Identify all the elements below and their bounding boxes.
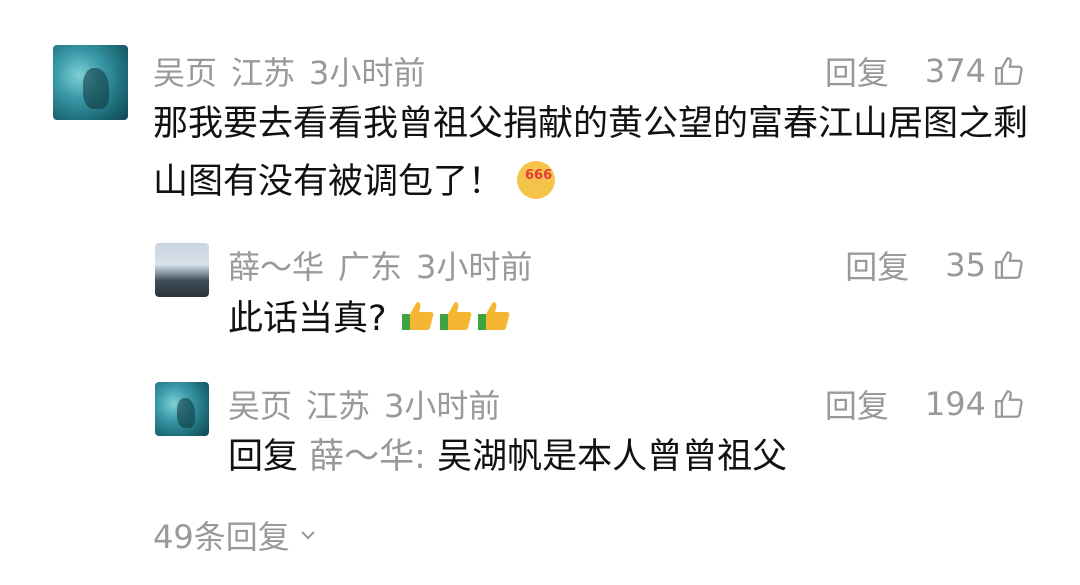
comment-actions: 回复 374 (825, 48, 1026, 94)
reply-button[interactable]: 回复 (825, 381, 889, 427)
comment-text: 回复 薛～华: 吴湖帆是本人曾曾祖父 (228, 428, 1028, 486)
author-location: 广东 (338, 248, 403, 286)
avatar[interactable] (53, 45, 128, 120)
comment-meta: 薛～华 广东 3小时前 (228, 242, 532, 288)
comment-actions: 回复 35 (845, 242, 1026, 288)
comment-body: 那我要去看看我曾祖父捐献的黄公望的富春江山居图之剩山图有没有被调包了！ (153, 104, 1029, 202)
thumbs-up-emoji-icon (401, 302, 434, 330)
comment-time: 3小时前 (309, 54, 426, 92)
comment-time: 3小时前 (384, 387, 501, 425)
reply-to-user[interactable]: 薛～华: (309, 437, 426, 477)
reply-button[interactable]: 回复 (845, 242, 909, 288)
comment-body: 此话当真? (228, 299, 387, 339)
avatar[interactable] (155, 243, 209, 297)
author-name[interactable]: 薛～华 (228, 242, 324, 288)
smirk-666-emoji-icon (517, 147, 556, 205)
comment-meta: 吴页 江苏 3小时前 (228, 381, 500, 427)
chevron-down-icon (301, 531, 315, 540)
author-name[interactable]: 吴页 (228, 381, 292, 427)
more-replies-button[interactable]: 49条回复 (153, 512, 318, 558)
thumbs-up-emoji-icon (439, 302, 472, 330)
comment-time: 3小时前 (416, 248, 533, 286)
comment-actions: 回复 194 (825, 381, 1026, 427)
comment-body: 吴湖帆是本人曾曾祖父 (437, 437, 788, 477)
comment-text: 此话当真? (228, 290, 1028, 348)
thumbs-up-icon[interactable] (992, 387, 1026, 421)
comment-text: 那我要去看看我曾祖父捐献的黄公望的富春江山居图之剩山图有没有被调包了！ (153, 95, 1033, 211)
author-name[interactable]: 吴页 (153, 48, 217, 94)
more-replies-label: 49条回复 (153, 518, 290, 556)
thumbs-up-icon[interactable] (992, 54, 1026, 88)
author-location: 江苏 (231, 54, 296, 92)
avatar[interactable] (155, 382, 209, 436)
thumbs-up-icon[interactable] (992, 248, 1026, 282)
like-count[interactable]: 35 (945, 246, 986, 284)
like-count[interactable]: 194 (925, 385, 986, 423)
author-location: 江苏 (306, 387, 371, 425)
like-count[interactable]: 374 (925, 52, 986, 90)
reply-prefix: 回复 (228, 437, 299, 477)
thumbs-up-emoji-icon (477, 302, 510, 330)
comment-meta: 吴页 江苏 3小时前 (153, 48, 425, 94)
reply-button[interactable]: 回复 (825, 48, 889, 94)
